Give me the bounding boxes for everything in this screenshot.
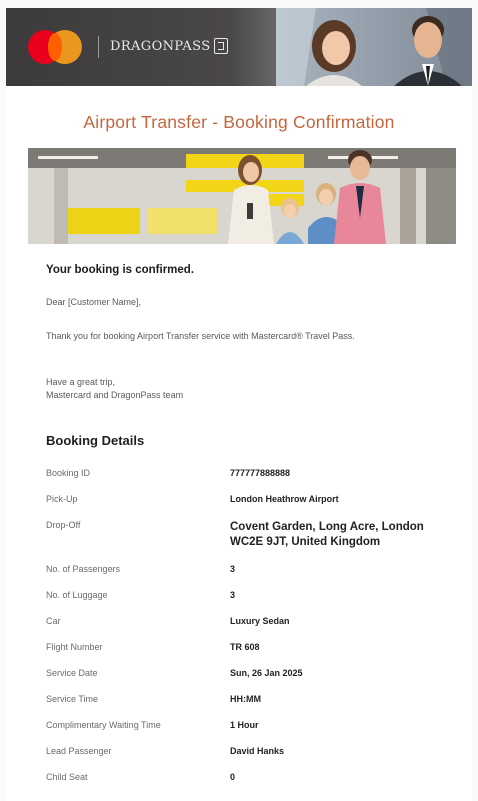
detail-row-pick-up: Pick-Up London Heathrow Airport	[46, 494, 456, 504]
detail-value: TR 608	[230, 642, 260, 652]
detail-label: Complimentary Waiting Time	[46, 720, 161, 730]
dragonpass-logo: DRAGONPASS	[110, 38, 228, 54]
logo-divider	[98, 36, 99, 58]
email-view: DRAGONPASS Airport Transfer - Booking Co…	[0, 0, 478, 801]
detail-value: 3	[230, 590, 236, 600]
detail-label: Pick-Up	[46, 494, 78, 504]
detail-row-lead-passenger: Lead Passenger David Hanks	[46, 746, 456, 756]
page-title: Airport Transfer - Booking Confirmation	[83, 112, 395, 132]
detail-row-service-date: Service Date Sun, 26 Jan 2025	[46, 668, 456, 678]
detail-label: Booking ID	[46, 468, 91, 478]
detail-label: Lead Passenger	[46, 746, 112, 756]
detail-label: Flight Number	[46, 642, 103, 652]
header-travellers-photo	[276, 8, 472, 86]
booking-details-heading: Booking Details	[46, 433, 145, 448]
detail-row-service-time: Service Time HH:MM	[46, 694, 456, 704]
hero-family-photo	[28, 148, 456, 244]
dragonpass-mark-icon	[213, 38, 228, 54]
detail-label: Service Date	[46, 668, 98, 678]
detail-label: Car	[46, 616, 61, 626]
detail-value: 1 Hour	[230, 720, 259, 730]
detail-value: Luxury Sedan	[230, 616, 290, 626]
confirmation-heading: Your booking is confirmed.	[46, 264, 195, 276]
signoff-line2: Mastercard and DragonPass team	[46, 390, 184, 400]
greeting-text: Dear [Customer Name],	[46, 297, 142, 307]
detail-row-waiting-time: Complimentary Waiting Time 1 Hour	[46, 720, 456, 730]
detail-row-child-seat: Child Seat 0	[46, 772, 456, 782]
thanks-text: Thank you for booking Airport Transfer s…	[46, 331, 355, 341]
detail-row-flight-number: Flight Number TR 608	[46, 642, 456, 652]
email-card: Airport Transfer - Booking Confirmation	[6, 86, 472, 801]
detail-value: London Heathrow Airport	[230, 494, 339, 504]
detail-value: HH:MM	[230, 694, 261, 704]
detail-row-drop-off: Drop-Off Covent Garden, Long Acre, Londo…	[46, 520, 456, 550]
detail-label: No. of Passengers	[46, 564, 121, 574]
dragonpass-wordmark: DRAGONPASS	[110, 38, 211, 54]
detail-value: 777777888888	[230, 468, 291, 478]
detail-value: David Hanks	[230, 746, 285, 756]
detail-row-car: Car Luxury Sedan	[46, 616, 456, 626]
detail-value: 0	[230, 772, 236, 782]
detail-row-passengers: No. of Passengers 3	[46, 564, 456, 574]
detail-row-luggage: No. of Luggage 3	[46, 590, 456, 600]
signoff-line1: Have a great trip,	[46, 377, 116, 387]
detail-value: Sun, 26 Jan 2025	[230, 668, 303, 678]
detail-label: Child Seat	[46, 772, 88, 782]
header-banner: DRAGONPASS	[6, 8, 472, 86]
detail-label: Service Time	[46, 694, 99, 704]
mastercard-logo-icon	[28, 30, 82, 64]
detail-value: Covent Garden, Long Acre, London WC2E 9J…	[230, 521, 424, 548]
detail-label: No. of Luggage	[46, 590, 108, 600]
detail-row-booking-id: Booking ID 777777888888	[46, 468, 456, 478]
detail-value: 3	[230, 564, 236, 574]
detail-label: Drop-Off	[46, 520, 81, 530]
